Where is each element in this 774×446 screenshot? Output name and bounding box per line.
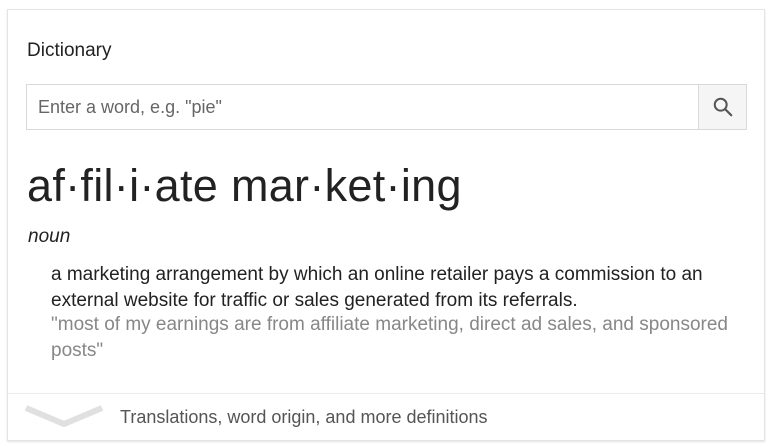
dictionary-card: Dictionary af·fil·i·ate mar·ket·ing noun… — [7, 9, 765, 441]
definition-text: a marketing arrangement by which an onli… — [51, 264, 703, 311]
chevron-down-icon — [24, 405, 104, 427]
search-icon — [713, 97, 732, 117]
more-definitions-expander[interactable]: Translations, word origin, and more defi… — [8, 394, 764, 440]
search-button[interactable] — [698, 85, 746, 129]
search-input[interactable] — [27, 85, 697, 129]
part-of-speech: noun — [28, 226, 71, 247]
more-definitions-label: Translations, word origin, and more defi… — [120, 407, 488, 427]
section-title: Dictionary — [27, 40, 112, 61]
headword: af·fil·i·ate mar·ket·ing — [27, 160, 462, 211]
example-sentence: "most of my earnings are from affiliate … — [51, 314, 728, 361]
search-box — [26, 84, 747, 130]
